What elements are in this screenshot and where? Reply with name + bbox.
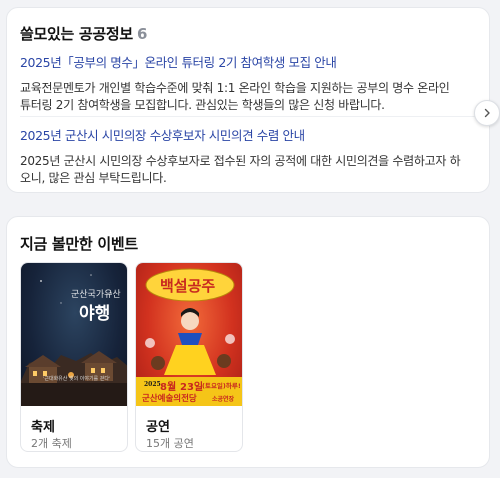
performance-poster-date-note: (토요일)하루! (202, 382, 241, 390)
info-item-link[interactable]: 2025년 군산시 시민의장 수상후보자 시민의견 수렴 안내 (20, 125, 463, 144)
event-count: 2개 축제 (31, 437, 72, 450)
performance-poster-title: 백설공주 (160, 277, 216, 295)
events-card: 지금 볼만한 이벤트 군산국가유산 야행 '근대화유산 빛의 이야기를 걷다' … (6, 216, 490, 468)
public-info-title: 쓸모있는 공공정보 6 (20, 23, 147, 44)
festival-poster-footer-text: '근대화유산 빛의 이야기를 걷다' (43, 376, 111, 382)
chevron-right-icon (484, 108, 490, 118)
events-title: 지금 볼만한 이벤트 (20, 235, 138, 253)
info-item: 2025년「공부의 명수」온라인 튜터링 2기 참여학생 모집 안내 교육전문멘… (20, 52, 463, 114)
info-item-desc: 교육전문멘토가 개인별 학습수준에 맞춰 1:1 온라인 학습을 지원하는 공부… (20, 81, 450, 112)
festival-poster-big-text: 야행 (79, 304, 111, 324)
info-item-desc: 2025년 군산시 시민의장 수상후보자로 접수된 자의 공적에 대한 시민의견… (20, 154, 461, 185)
event-card-performance[interactable]: 백설공주 2025. 8월 23일 (토요일)하루! 군산예술의전당 소공연장 … (135, 262, 243, 452)
event-name: 축제 (31, 420, 55, 435)
public-info-count: 6 (136, 25, 148, 43)
event-count: 15개 공연 (146, 437, 194, 450)
next-button[interactable] (474, 100, 500, 126)
performance-poster-venue: 군산예술의전당 (142, 394, 197, 404)
divider (20, 116, 476, 117)
performance-poster-hall: 소공연장 (212, 396, 235, 403)
public-info-card: 쓸모있는 공공정보 6 2025년「공부의 명수」온라인 튜터링 2기 참여학생 … (6, 7, 490, 193)
event-card-festival[interactable]: 군산국가유산 야행 '근대화유산 빛의 이야기를 걷다' 축제 2개 축제 (20, 262, 128, 452)
performance-poster-month: 8월 (160, 382, 177, 393)
public-info-title-text: 쓸모있는 공공정보 (20, 25, 133, 43)
info-item-link[interactable]: 2025년「공부의 명수」온라인 튜터링 2기 참여학생 모집 안내 (20, 52, 463, 71)
info-item: 2025년 군산시 시민의장 수상후보자 시민의견 수렴 안내 2025년 군산… (20, 125, 463, 187)
event-name: 공연 (146, 420, 170, 435)
performance-poster-day: 23일 (180, 382, 204, 393)
performance-poster-image: 백설공주 2025. 8월 23일 (토요일)하루! 군산예술의전당 소공연장 (136, 263, 242, 406)
festival-poster-image: 군산국가유산 야행 '근대화유산 빛의 이야기를 걷다' (21, 263, 127, 406)
